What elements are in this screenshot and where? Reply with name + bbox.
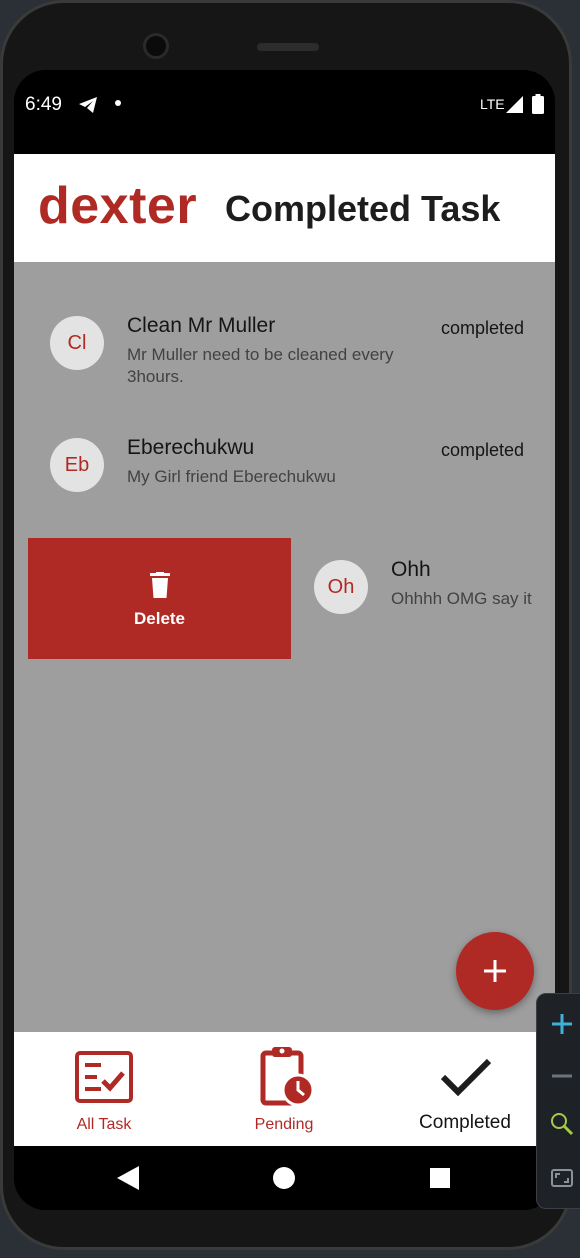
clipboard-clock-icon xyxy=(260,1047,314,1107)
signal-icon xyxy=(506,96,523,113)
nav-label: All Task xyxy=(76,1116,132,1133)
task-description: Ohhhh OMG say it xyxy=(391,589,532,608)
check-icon xyxy=(440,1058,492,1097)
avatar: Oh xyxy=(314,560,368,614)
app-bar: dexter Completed Task xyxy=(14,154,555,262)
status-bar: 6:49 LTE xyxy=(14,70,555,154)
status-time: 6:49 xyxy=(25,94,62,115)
task-description: Mr Muller need to be cleaned every 3hour… xyxy=(127,345,394,386)
checklist-icon xyxy=(75,1051,133,1103)
task-description: My Girl friend Eberechukwu xyxy=(127,467,336,486)
network-type: LTE xyxy=(480,96,505,112)
nav-label: Completed xyxy=(419,1112,511,1133)
task-title: Eberechukwu xyxy=(127,436,255,459)
earpiece-speaker xyxy=(257,43,319,51)
fit-screen-icon[interactable] xyxy=(550,1166,574,1190)
delete-label: Delete xyxy=(133,609,186,628)
nav-label: Pending xyxy=(254,1116,314,1133)
bottom-navigation: All Task Pending Completed xyxy=(14,1032,555,1146)
list-item[interactable]: Eb Eberechukwu My Girl friend Eberechukw… xyxy=(14,412,555,522)
zoom-out-icon[interactable] xyxy=(550,1064,574,1088)
task-title: Clean Mr Muller xyxy=(127,314,276,337)
emulator-toolbar xyxy=(536,993,580,1209)
status-badge: completed xyxy=(441,318,525,338)
system-navigation-bar xyxy=(14,1146,555,1210)
zoom-actual-size-icon[interactable] xyxy=(550,1112,574,1136)
trash-icon xyxy=(150,572,170,598)
page-title: Completed Task xyxy=(225,188,501,229)
task-list[interactable]: Cl Clean Mr Muller Mr Muller need to be … xyxy=(14,262,555,1032)
back-icon[interactable] xyxy=(117,1166,139,1190)
notification-dot-icon xyxy=(115,100,121,106)
add-task-button[interactable] xyxy=(456,932,534,1010)
recents-icon[interactable] xyxy=(430,1168,450,1188)
list-item-swiped[interactable]: Oh Ohh Ohhhh OMG say it xyxy=(291,534,555,644)
camera-icon xyxy=(143,33,169,59)
telegram-icon xyxy=(79,97,97,113)
nav-item-completed[interactable]: Completed xyxy=(375,1032,555,1146)
nav-item-all-task[interactable]: All Task xyxy=(14,1032,194,1146)
battery-icon xyxy=(532,94,544,114)
plus-icon xyxy=(484,960,506,982)
avatar: Eb xyxy=(50,438,104,492)
zoom-in-icon[interactable] xyxy=(550,1012,574,1036)
home-icon[interactable] xyxy=(273,1167,295,1189)
brand-logo-text: dexter xyxy=(38,177,198,235)
list-item[interactable]: Cl Clean Mr Muller Mr Muller need to be … xyxy=(14,290,555,400)
delete-swipe-action[interactable]: Delete xyxy=(28,538,291,659)
task-title: Ohh xyxy=(391,558,431,581)
nav-item-pending[interactable]: Pending xyxy=(194,1032,374,1146)
phone-screen: 6:49 LTE dexter Completed Task Cl Clean … xyxy=(14,70,555,1210)
avatar: Cl xyxy=(50,316,104,370)
status-badge: completed xyxy=(441,440,525,460)
